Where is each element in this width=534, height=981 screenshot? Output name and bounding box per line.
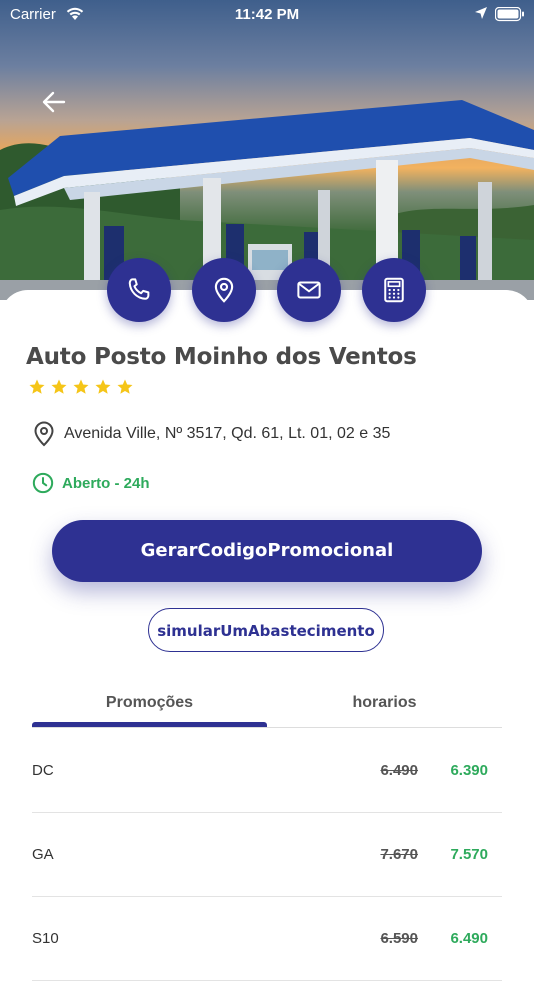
location-pin-icon	[214, 277, 234, 303]
tab-promocoes[interactable]: Promoções	[32, 694, 267, 712]
calculator-icon	[384, 277, 404, 303]
opening-hours: Aberto - 24h	[62, 474, 150, 492]
map-location-button[interactable]	[192, 258, 256, 322]
price-row: GA 7.670 7.570	[32, 812, 502, 897]
star-icon	[95, 379, 111, 394]
address-row: Avenida Ville, Nº 3517, Qd. 61, Lt. 01, …	[32, 420, 390, 448]
star-icon	[117, 379, 133, 394]
station-address: Avenida Ville, Nº 3517, Qd. 61, Lt. 01, …	[64, 425, 391, 442]
fuel-type: S10	[32, 930, 59, 947]
price-row: S10 6.590 6.490	[32, 896, 502, 981]
promo-price: 7.570	[450, 846, 488, 863]
clock: 11:42 PM	[234, 6, 300, 23]
station-name: Auto Posto Moinho dos Ventos	[26, 344, 417, 370]
rating-stars	[28, 378, 134, 396]
arrow-left-icon	[42, 91, 66, 113]
mail-icon	[297, 281, 321, 299]
phone-icon	[128, 278, 150, 300]
gas-station-illustration	[0, 100, 534, 300]
call-button[interactable]	[107, 258, 171, 322]
hero-image	[0, 0, 534, 300]
fuel-type: GA	[32, 846, 54, 863]
price-row: DC 6.490 6.390	[32, 728, 502, 813]
promo-price: 6.390	[450, 762, 488, 779]
back-button[interactable]	[38, 86, 70, 118]
hours-row: Aberto - 24h	[32, 470, 150, 496]
fuel-type: DC	[32, 762, 54, 779]
old-price: 6.590	[380, 930, 418, 947]
tab-horarios[interactable]: horarios	[267, 694, 502, 712]
star-icon	[51, 379, 67, 394]
old-price: 6.490	[380, 762, 418, 779]
star-icon	[73, 379, 89, 394]
star-icon	[29, 379, 45, 394]
old-price: 7.670	[380, 846, 418, 863]
battery-icon	[494, 6, 525, 26]
location-arrow-icon	[474, 6, 488, 24]
generate-promo-code-button[interactable]: GerarCodigoPromocional	[52, 520, 482, 582]
clock-icon	[32, 472, 54, 494]
status-bar: Carrier 11:42 PM	[0, 0, 534, 30]
promo-price: 6.490	[450, 930, 488, 947]
simulate-refuel-button[interactable]: simularUmAbastecimento	[148, 608, 384, 652]
calculator-button[interactable]	[362, 258, 426, 322]
email-button[interactable]	[277, 258, 341, 322]
location-pin-icon	[34, 421, 54, 447]
